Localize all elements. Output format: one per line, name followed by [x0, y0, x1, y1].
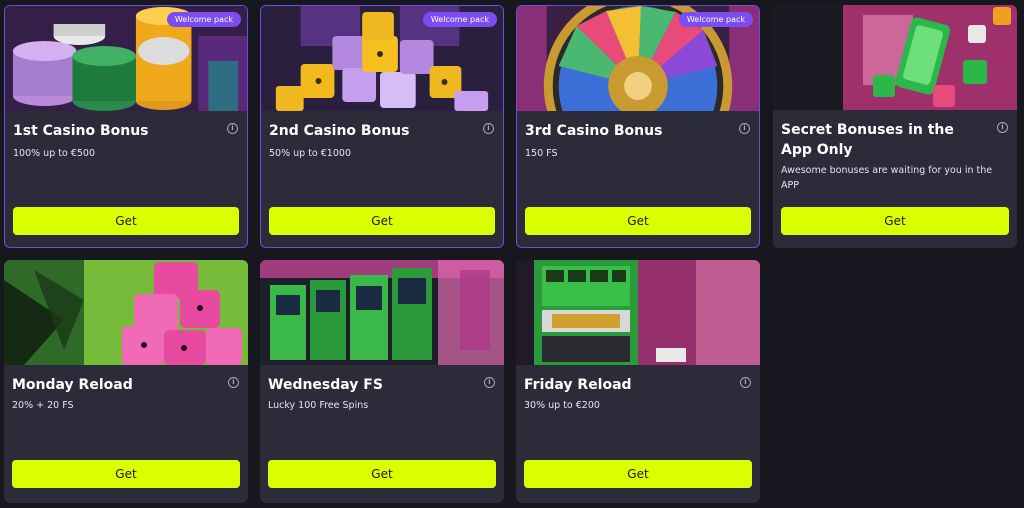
- get-bonus-button[interactable]: Get: [12, 460, 240, 488]
- bonus-title: 1st Casino Bonus: [13, 123, 149, 139]
- bonus-card-secret-app[interactable]: Secret Bonuses in the App Only i Awesome…: [773, 5, 1017, 248]
- bonus-image: [4, 260, 248, 365]
- get-bonus-button[interactable]: Get: [268, 460, 496, 488]
- bonus-title: Monday Reload: [12, 377, 133, 393]
- get-bonus-button[interactable]: Get: [13, 207, 239, 235]
- info-icon[interactable]: i: [228, 377, 239, 388]
- welcome-pack-badge: Welcome pack: [166, 12, 241, 27]
- bonus-title: Friday Reload: [524, 377, 632, 393]
- info-icon[interactable]: i: [484, 377, 495, 388]
- bonus-description: 150 FS: [525, 148, 558, 159]
- bonus-title: Wednesday FS: [268, 377, 383, 393]
- info-icon[interactable]: i: [997, 122, 1008, 133]
- bonus-image: [773, 5, 1017, 110]
- info-icon[interactable]: i: [227, 123, 238, 134]
- bonus-card-1st-casino[interactable]: Welcome pack 1st Casino Bonus i 100% up …: [4, 5, 248, 248]
- bonus-description: Awesome bonuses are waiting for you in t…: [781, 165, 993, 191]
- welcome-pack-badge: Welcome pack: [678, 12, 753, 27]
- info-icon[interactable]: i: [483, 123, 494, 134]
- bonus-card-wednesday-fs[interactable]: Wednesday FS i Lucky 100 Free Spins Get: [260, 260, 504, 503]
- bonus-title: Secret Bonuses in the App Only: [781, 122, 954, 158]
- get-bonus-button[interactable]: Get: [524, 460, 752, 488]
- bonus-description: 30% up to €200: [524, 400, 600, 411]
- bonus-description: Lucky 100 Free Spins: [268, 400, 369, 411]
- get-bonus-button[interactable]: Get: [525, 207, 751, 235]
- bonus-card-monday-reload[interactable]: Monday Reload i 20% + 20 FS Get: [4, 260, 248, 503]
- bonus-image: [260, 260, 504, 365]
- get-bonus-button[interactable]: Get: [781, 207, 1009, 235]
- bonus-description: 100% up to €500: [13, 148, 95, 159]
- bonus-image: Welcome pack: [517, 6, 759, 111]
- bonus-title: 2nd Casino Bonus: [269, 123, 410, 139]
- bonus-description: 20% + 20 FS: [12, 400, 74, 411]
- bonus-title: 3rd Casino Bonus: [525, 123, 663, 139]
- bonus-image: Welcome pack: [5, 6, 247, 111]
- bonus-description: 50% up to €1000: [269, 148, 351, 159]
- info-icon[interactable]: i: [739, 123, 750, 134]
- bonus-card-friday-reload[interactable]: Friday Reload i 30% up to €200 Get: [516, 260, 760, 503]
- welcome-pack-badge: Welcome pack: [422, 12, 497, 27]
- bonus-image: [516, 260, 760, 365]
- info-icon[interactable]: i: [740, 377, 751, 388]
- bonus-image: Welcome pack: [261, 6, 503, 111]
- bonus-card-3rd-casino[interactable]: Welcome pack 3rd Casino Bonus i 150 FS G…: [516, 5, 760, 248]
- bonus-card-2nd-casino[interactable]: Welcome pack 2nd Casino Bonus i 50% up t…: [260, 5, 504, 248]
- get-bonus-button[interactable]: Get: [269, 207, 495, 235]
